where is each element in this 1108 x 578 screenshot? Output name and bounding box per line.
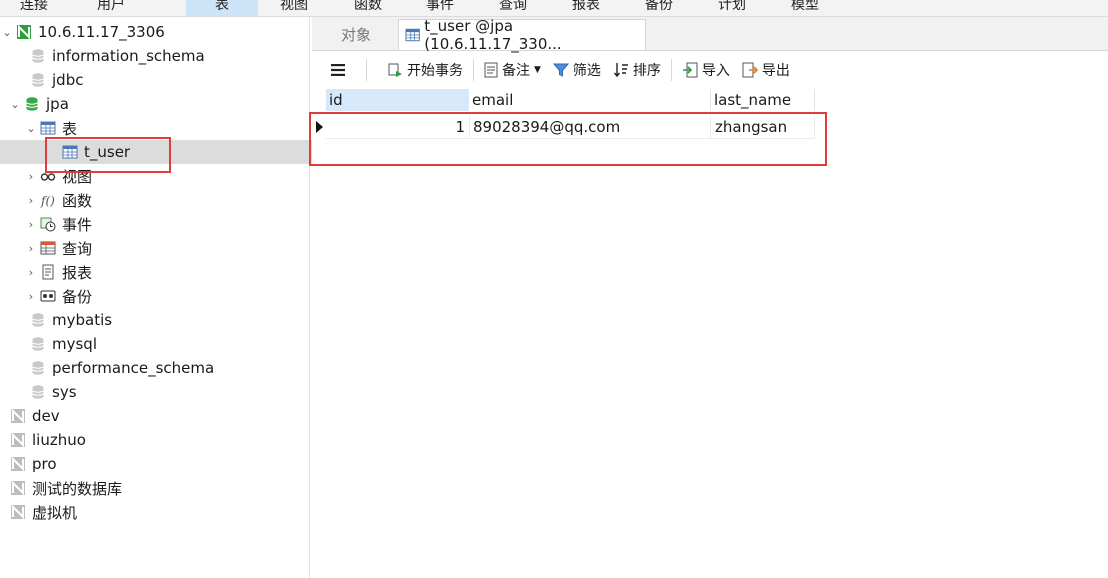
menu-schedule[interactable]: 计划 xyxy=(716,0,748,16)
tree-connection-vm[interactable]: 虚拟机 xyxy=(0,500,319,524)
tree-connection-test-db[interactable]: 测试的数据库 xyxy=(0,476,319,500)
database-icon xyxy=(32,73,44,87)
table-icon xyxy=(62,145,78,159)
chevron-down-icon[interactable]: ⌄ xyxy=(2,26,12,39)
menu-report[interactable]: 报表 xyxy=(570,0,602,16)
tree-db-performance-schema[interactable]: performance_schema xyxy=(0,356,339,380)
toolbar-separator xyxy=(670,59,672,81)
cell-last-name[interactable]: zhangsan xyxy=(711,115,815,139)
toolbar: 开始事务 备注 ▼ 筛选 排序 导入 导出 xyxy=(312,51,1108,89)
tree-views-folder[interactable]: › 视图 xyxy=(0,164,335,188)
chevron-right-icon[interactable]: › xyxy=(26,242,36,255)
connection-icon xyxy=(11,456,25,472)
memo-icon xyxy=(484,62,498,78)
connection-icon xyxy=(11,480,25,496)
chevron-down-icon[interactable]: ⌄ xyxy=(10,98,20,111)
view-icon xyxy=(40,173,56,181)
connection-icon xyxy=(11,408,25,424)
database-icon xyxy=(32,385,44,399)
top-menu-bar: 连接 用户 表 视图 函数 事件 查询 报表 备份 计划 模型 xyxy=(0,0,1108,17)
toolbar-separator xyxy=(473,59,474,81)
filter-icon xyxy=(552,63,569,77)
connection-icon xyxy=(17,24,31,40)
tree-reports-folder[interactable]: › 报表 xyxy=(0,260,335,284)
chevron-right-icon[interactable]: › xyxy=(26,170,36,183)
import-icon xyxy=(682,62,698,78)
tree-connection-liuzhuo[interactable]: liuzhuo xyxy=(0,428,319,452)
chevron-down-icon[interactable]: ⌄ xyxy=(26,122,36,135)
menu-hamburger-button[interactable] xyxy=(324,57,356,83)
sort-icon xyxy=(613,63,628,78)
menu-connection[interactable]: 连接 xyxy=(18,0,50,16)
menu-event[interactable]: 事件 xyxy=(424,0,456,16)
tree-db-information-schema[interactable]: information_schema xyxy=(0,44,339,68)
tree-queries-folder[interactable]: › 查询 xyxy=(0,236,335,260)
backup-icon xyxy=(40,290,56,302)
tree-connection-dev[interactable]: dev xyxy=(0,404,319,428)
dropdown-arrow-icon: ▼ xyxy=(534,65,541,75)
cell-email[interactable]: 89028394@qq.com xyxy=(469,115,711,139)
filter-button[interactable]: 筛选 xyxy=(547,57,607,83)
tree-db-mysql[interactable]: mysql xyxy=(0,332,339,356)
column-header-id[interactable]: id xyxy=(326,89,470,111)
export-icon xyxy=(742,62,758,78)
menu-function[interactable]: 函数 xyxy=(352,0,384,16)
database-icon xyxy=(32,313,44,327)
tab-bar: 对象 t_user @jpa (10.6.11.17_330... xyxy=(312,17,1108,53)
connection-icon xyxy=(11,432,25,448)
cell-id[interactable]: 1 xyxy=(326,115,470,139)
event-clock-icon xyxy=(40,217,56,232)
memo-button[interactable]: 备注 ▼ xyxy=(478,57,547,83)
tree-connection-pro[interactable]: pro xyxy=(0,452,319,476)
export-button[interactable]: 导出 xyxy=(736,57,796,83)
table-editor-panel: 对象 t_user @jpa (10.6.11.17_330... 开始事务 备… xyxy=(312,17,1108,578)
sort-button[interactable]: 排序 xyxy=(607,57,667,83)
transaction-icon xyxy=(388,63,402,77)
menu-query[interactable]: 查询 xyxy=(497,0,529,16)
tree-db-mybatis[interactable]: mybatis xyxy=(0,308,339,332)
tree-functions-folder[interactable]: › f() 函数 xyxy=(0,188,335,212)
toolbar-separator xyxy=(366,59,367,81)
database-icon xyxy=(32,361,44,375)
table-icon xyxy=(405,28,420,42)
svg-text:f(): f() xyxy=(40,194,55,208)
tab-t-user[interactable]: t_user @jpa (10.6.11.17_330... xyxy=(398,17,646,53)
tree-db-sys[interactable]: sys xyxy=(0,380,339,404)
menu-table[interactable]: 表 xyxy=(186,0,258,16)
chevron-right-icon[interactable]: › xyxy=(26,194,36,207)
database-icon xyxy=(32,337,44,351)
tree-backups-folder[interactable]: › 备份 xyxy=(0,284,335,308)
column-header-email[interactable]: email xyxy=(469,89,711,111)
hamburger-icon xyxy=(331,64,345,76)
function-icon: f() xyxy=(40,194,55,208)
import-button[interactable]: 导入 xyxy=(676,57,736,83)
database-icon xyxy=(26,97,38,111)
navigation-tree: ⌄ 10.6.11.17_3306 information_schema jdb… xyxy=(0,17,371,578)
report-icon xyxy=(42,264,54,280)
tree-db-jpa[interactable]: ⌄ jpa xyxy=(0,92,319,116)
tree-events-folder[interactable]: › 事件 xyxy=(0,212,335,236)
table-icon xyxy=(40,121,56,135)
connection-icon xyxy=(11,504,25,520)
menu-model[interactable]: 模型 xyxy=(789,0,821,16)
menu-user[interactable]: 用户 xyxy=(95,0,127,16)
chevron-right-icon[interactable]: › xyxy=(26,266,36,279)
query-icon xyxy=(40,241,56,255)
tree-connection[interactable]: ⌄ 10.6.11.17_3306 xyxy=(0,20,311,44)
chevron-right-icon[interactable]: › xyxy=(26,290,36,303)
current-row-indicator-icon xyxy=(316,121,323,133)
chevron-right-icon[interactable]: › xyxy=(26,218,36,231)
tree-db-jdbc[interactable]: jdbc xyxy=(0,68,339,92)
menu-backup[interactable]: 备份 xyxy=(643,0,675,16)
column-header-last-name[interactable]: last_name xyxy=(711,89,815,111)
begin-transaction-button[interactable]: 开始事务 xyxy=(381,57,469,83)
database-icon xyxy=(32,49,44,63)
tab-objects[interactable]: 对象 xyxy=(318,19,394,50)
tree-tables-folder[interactable]: ⌄ 表 xyxy=(0,116,335,140)
menu-view[interactable]: 视图 xyxy=(278,0,310,16)
